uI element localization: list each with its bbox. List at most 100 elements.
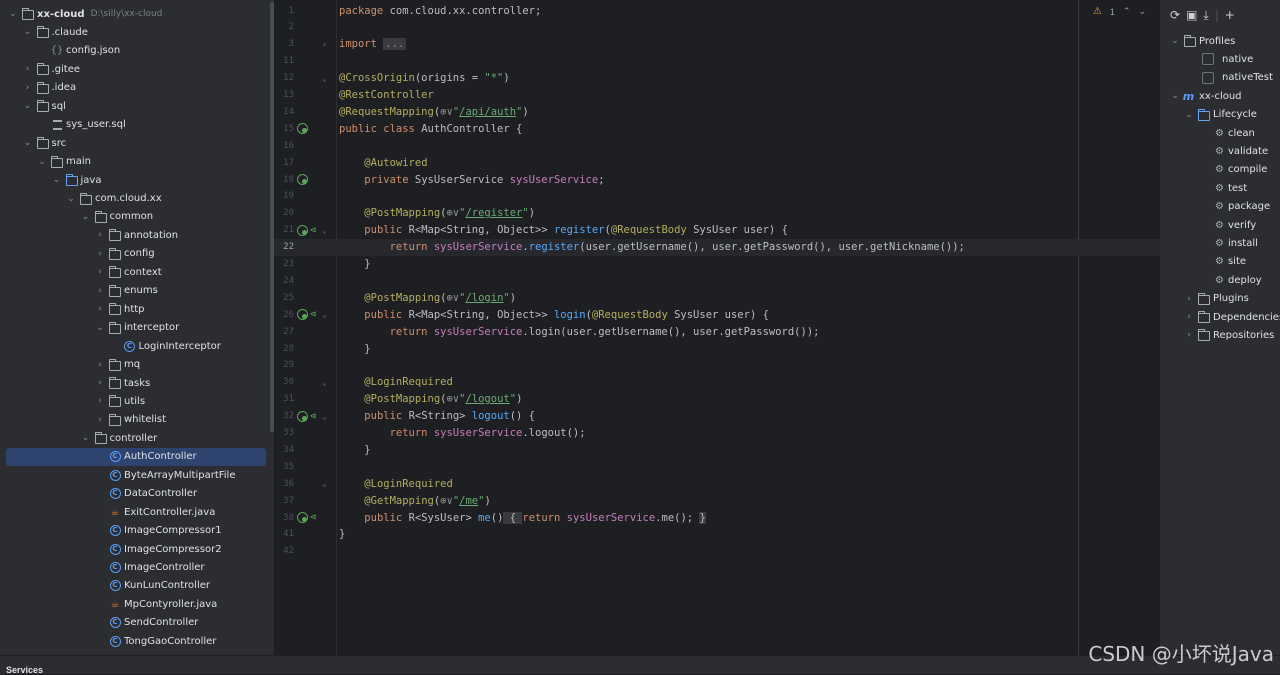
- code-line[interactable]: 34 }: [274, 441, 1160, 458]
- code-line[interactable]: 15 public class AuthController {: [274, 120, 1160, 137]
- spring-bean-icon[interactable]: [297, 174, 308, 185]
- project-tree-item[interactable]: › .idea: [0, 79, 274, 97]
- code-line[interactable]: 24: [274, 272, 1160, 289]
- code-line[interactable]: 36 ⌄ @LoginRequired: [274, 475, 1160, 492]
- project-tree-item[interactable]: ☕ ExitController.java: [0, 503, 274, 521]
- code-line[interactable]: 37 @GetMapping(⊕∨"/me"): [274, 492, 1160, 509]
- code-line[interactable]: 23 }: [274, 256, 1160, 273]
- code-line[interactable]: 12 ⌄ @CrossOrigin(origins = "*"): [274, 70, 1160, 87]
- code-line[interactable]: 31 @PostMapping(⊕∨"/logout"): [274, 391, 1160, 408]
- project-tree-item[interactable]: C ImageController: [0, 559, 274, 577]
- code-line[interactable]: 20 @PostMapping(⊕∨"/register"): [274, 205, 1160, 222]
- project-tree-item[interactable]: C ImageCompressor2: [0, 540, 274, 558]
- project-tree-item[interactable]: C ByteArrayMultipartFile: [0, 466, 274, 484]
- chevron-down-icon[interactable]: ⌄: [8, 9, 18, 19]
- project-tree-item[interactable]: ⌄ interceptor: [0, 319, 274, 337]
- spring-bean-icon[interactable]: [297, 123, 308, 135]
- code-line[interactable]: 28 }: [274, 340, 1160, 357]
- project-tree-item[interactable]: › utils: [0, 392, 274, 410]
- maven-tree-item[interactable]: nativeTest: [1202, 69, 1273, 87]
- fold-collapse-icon[interactable]: ⌄: [322, 378, 327, 387]
- project-tree-item[interactable]: sys_user.sql: [0, 116, 274, 134]
- request-mapping-icon[interactable]: ⊲: [310, 411, 316, 422]
- code-line[interactable]: 29: [274, 357, 1160, 374]
- project-tree-item[interactable]: ⌄ controller: [0, 429, 274, 447]
- chevron-down-icon[interactable]: ⌄: [23, 27, 33, 37]
- project-tree-item[interactable]: ⌄ main: [0, 153, 274, 171]
- project-tree-item[interactable]: ⌄ .claude: [0, 23, 274, 41]
- code-line[interactable]: 16: [274, 137, 1160, 154]
- project-tree-item[interactable]: › http: [0, 300, 274, 318]
- maven-tree-item[interactable]: ⚙ install: [1215, 234, 1258, 252]
- fold-collapse-icon[interactable]: ⌄: [322, 412, 327, 421]
- code-line[interactable]: 26 ⊲ ⌄ public R<Map<String, Object>> login…: [274, 306, 1160, 323]
- spring-bean-icon[interactable]: [297, 309, 308, 321]
- maven-tree-item[interactable]: ⌄ m xx-cloud: [1170, 87, 1241, 105]
- maven-tree-item[interactable]: ⚙ site: [1215, 253, 1246, 271]
- maven-tree-item[interactable]: › Repositories: [1184, 326, 1274, 344]
- fold-collapse-icon[interactable]: ⌄: [322, 479, 327, 488]
- chevron-right-icon[interactable]: ›: [95, 304, 105, 314]
- project-tree-item[interactable]: {} config.json: [0, 42, 274, 60]
- maven-tree-item[interactable]: ⚙ test: [1215, 179, 1247, 197]
- project-tree-item[interactable]: C ImageCompressor1: [0, 522, 274, 540]
- project-tree-item[interactable]: › .gitee: [0, 60, 274, 78]
- fold-expand-icon[interactable]: ›: [322, 40, 327, 49]
- code-line[interactable]: 27 return sysUserService.login(user.getU…: [274, 323, 1160, 340]
- chevron-right-icon[interactable]: ›: [95, 249, 105, 259]
- chevron-right-icon[interactable]: ›: [1184, 330, 1194, 340]
- chevron-right-icon[interactable]: ›: [95, 415, 105, 425]
- code-editor[interactable]: ⚠ 1 ⌃ ⌄ 1 package com.cloud.xx.controller…: [274, 0, 1160, 655]
- maven-tree-item[interactable]: ⚙ deploy: [1215, 271, 1262, 289]
- project-tree-item[interactable]: C DataController: [0, 485, 274, 503]
- maven-tree-item[interactable]: native: [1202, 50, 1253, 68]
- code-line[interactable]: 19: [274, 188, 1160, 205]
- request-mapping-icon[interactable]: ⊲: [310, 309, 316, 320]
- code-line[interactable]: 14 @RequestMapping(⊕∨"/api/auth"): [274, 103, 1160, 120]
- project-tree-item[interactable]: › whitelist: [0, 411, 274, 429]
- maven-tree-item[interactable]: › Plugins: [1184, 290, 1249, 308]
- code-line[interactable]: 21 ⊲ ⌄ public R<Map<String, Object>> regis…: [274, 222, 1160, 239]
- fold-collapse-icon[interactable]: ⌄: [322, 310, 327, 319]
- maven-tree-item[interactable]: ⚙ package: [1215, 198, 1270, 216]
- code-line[interactable]: 42: [274, 543, 1160, 560]
- code-line[interactable]: 18 private SysUserService sysUserService…: [274, 171, 1160, 188]
- project-tree-item[interactable]: › config: [0, 245, 274, 263]
- chevron-down-icon[interactable]: ⌄: [23, 101, 33, 111]
- project-tree-item[interactable]: ⌄ java: [0, 171, 274, 189]
- project-tree-item[interactable]: › mq: [0, 356, 274, 374]
- project-tree-item[interactable]: ⌄ common: [0, 208, 274, 226]
- project-tree-item[interactable]: › context: [0, 263, 274, 281]
- project-tree-item[interactable]: ⌄ xx-cloud D:\silly\xx-cloud: [0, 5, 274, 23]
- chevron-right-icon[interactable]: ›: [1184, 312, 1194, 322]
- spring-bean-icon[interactable]: [297, 512, 308, 523]
- download-icon[interactable]: ⤓: [1203, 8, 1208, 23]
- profile-checkbox[interactable]: [1202, 53, 1214, 66]
- project-tree-item[interactable]: ⌄ src: [0, 134, 274, 152]
- chevron-right-icon[interactable]: ›: [95, 286, 105, 296]
- maven-tree-item[interactable]: ⌄ Profiles: [1170, 32, 1235, 50]
- chevron-down-icon[interactable]: ⌄: [23, 138, 33, 148]
- chevron-down-icon[interactable]: ⌄: [37, 157, 47, 167]
- project-tree-item[interactable]: ☕ MpContyroller.java: [0, 595, 274, 613]
- code-line[interactable]: 30 ⌄ @LoginRequired: [274, 374, 1160, 391]
- chevron-right-icon[interactable]: ›: [1184, 294, 1194, 304]
- chevron-right-icon[interactable]: ›: [95, 267, 105, 277]
- code-line[interactable]: 3 › import ...: [274, 36, 1160, 53]
- project-tree-item[interactable]: C TongGaoController: [0, 632, 274, 650]
- chevron-right-icon[interactable]: ›: [95, 396, 105, 406]
- project-tree-item[interactable]: › enums: [0, 282, 274, 300]
- chevron-down-icon[interactable]: ⌄: [81, 212, 91, 222]
- code-line[interactable]: 2: [274, 19, 1160, 36]
- fold-collapse-icon[interactable]: ⌄: [322, 226, 327, 235]
- chevron-right-icon[interactable]: ›: [95, 230, 105, 240]
- spring-bean-icon[interactable]: [297, 410, 308, 422]
- chevron-right-icon[interactable]: ›: [23, 83, 33, 93]
- code-line[interactable]: 11: [274, 53, 1160, 70]
- fold-collapse-icon[interactable]: ⌄: [322, 74, 327, 83]
- chevron-down-icon[interactable]: ⌄: [81, 433, 91, 443]
- code-line[interactable]: 38 ⊲ public R<SysUser> me() { return sysU…: [274, 509, 1160, 526]
- maven-tree-item[interactable]: ⌄ Lifecycle: [1184, 106, 1257, 124]
- chevron-right-icon[interactable]: ›: [95, 360, 105, 370]
- maven-tree-item[interactable]: ⚙ compile: [1215, 161, 1267, 179]
